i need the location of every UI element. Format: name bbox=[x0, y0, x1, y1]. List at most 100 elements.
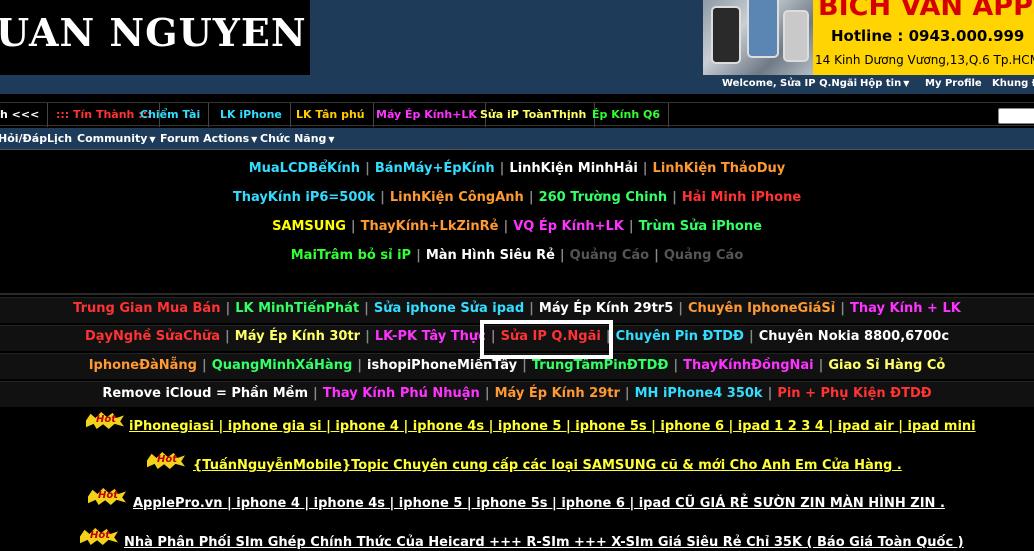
sponsor-link[interactable]: Chuyên Nokia 8800,6700c bbox=[759, 329, 949, 344]
site-logo[interactable]: UAN NGUYEN bbox=[0, 0, 310, 75]
sponsor-link[interactable]: Giao Sỉ Hàng Cỏ bbox=[828, 358, 945, 373]
separator: | bbox=[416, 248, 421, 263]
separator: | bbox=[225, 301, 231, 316]
banner-brand: BICH VAN APPLE bbox=[818, 0, 1034, 22]
chevron-down-icon: ▼ bbox=[251, 135, 258, 144]
hot-topic-link[interactable]: Nhà Phân Phối SIm Ghép Chính Thức Của He… bbox=[124, 535, 964, 550]
sponsor-link[interactable]: VQ Ép Kính+LK bbox=[513, 219, 624, 234]
sponsor-link[interactable]: ThayKínhĐồngNai bbox=[683, 358, 814, 373]
sponsor-link[interactable]: Hải Minh iPhone bbox=[682, 190, 801, 205]
sponsor-link[interactable]: Thay Kính Phú Nhuận bbox=[323, 386, 480, 401]
sponsor-link[interactable]: LK-PK Tây Thực bbox=[375, 329, 486, 344]
link-row: MuaLCDBểKính | BánMáy+ÉpKính | LinhKiện Minh… bbox=[0, 161, 1034, 176]
sponsor-link[interactable]: Chuyên Pin ĐTDĐ bbox=[616, 329, 744, 344]
forum-navigation: Hỏi/Đáp Lịch Community ▼ Forum Actions ▼ Chức … bbox=[0, 128, 1034, 150]
site-header: UAN NGUYEN BICH VAN APPLE Hotline : 0943… bbox=[0, 0, 1034, 75]
separator: | bbox=[528, 190, 534, 205]
forum-nav-item[interactable]: Community ▼ bbox=[77, 132, 156, 145]
sponsor-link[interactable]: 260 Trường Chinh bbox=[539, 190, 668, 205]
sponsor-link[interactable]: Máy Ép Kính 30tr bbox=[235, 329, 360, 344]
advertisement-banner[interactable]: BICH VAN APPLE Hotline : 0943.000.999 14… bbox=[703, 0, 1034, 75]
sponsor-link[interactable]: DạyNghề SửaChữa bbox=[85, 329, 220, 344]
top-tab-link[interactable]: Máy Ép Kính+LK bbox=[368, 103, 486, 127]
top-tab-link[interactable]: Sửa iP ToànThịnh bbox=[472, 103, 596, 127]
link-row: IphoneĐàNẵng | QuangMinhXáHàng | ishopiPhone… bbox=[0, 358, 1034, 373]
separator: | bbox=[499, 161, 505, 176]
top-tab-link[interactable]: LK Tân phú bbox=[288, 103, 374, 127]
forum-nav-item[interactable]: Chức Năng ▼ bbox=[260, 132, 335, 145]
sponsor-link[interactable]: IphoneĐàNẵng bbox=[89, 358, 197, 373]
sponsor-link[interactable]: BánMáy+ÉpKính bbox=[375, 161, 495, 176]
sponsor-link[interactable]: MaiTrâm bỏ sỉ iP bbox=[291, 248, 411, 263]
sponsor-link[interactable]: MuaLCDBểKính bbox=[249, 161, 360, 176]
top-tab-link[interactable]: h <<< bbox=[0, 103, 49, 127]
extra-link[interactable]: Khung Đ bbox=[992, 78, 1034, 89]
sponsor-link[interactable]: TrungTâmPinĐTDĐ bbox=[532, 358, 669, 373]
sponsor-link[interactable]: LinhKiện ThảoDuy bbox=[653, 161, 786, 176]
separator: | bbox=[503, 219, 509, 234]
sponsor-link[interactable]: Chuyên IphoneGiáSỉ bbox=[688, 301, 835, 316]
hot-badge-label: Hot bbox=[90, 530, 111, 541]
inbox-label: Hộp tin bbox=[860, 78, 902, 89]
chevron-down-icon: ▼ bbox=[149, 135, 156, 144]
username-link[interactable]: Sửa IP Q.Ngãi bbox=[780, 78, 857, 89]
sponsor-link[interactable]: LK MinhTiếnPhát bbox=[235, 301, 359, 316]
profile-link[interactable]: My Profile bbox=[925, 78, 982, 89]
link-row: MaiTrâm bỏ sỉ iP | Màn Hình Siêu Rẻ | Quảng … bbox=[0, 248, 1034, 263]
sponsor-link[interactable]: LinhKiện CôngAnh bbox=[390, 190, 524, 205]
hot-topic-link[interactable]: iPhonegiasi | iphone gia si | iphone 4 |… bbox=[129, 419, 976, 434]
hot-badge-label: Hot bbox=[98, 490, 119, 501]
separator: | bbox=[840, 301, 845, 316]
sponsor-link[interactable]: Sửa iphone Sửa ipad bbox=[374, 301, 524, 316]
sponsor-link[interactable]: QuangMinhXáHàng bbox=[212, 358, 353, 373]
sponsor-link[interactable]: Quảng Cáo bbox=[570, 248, 649, 263]
sponsor-link[interactable]: Pin + Phụ Kiện ĐTDĐ bbox=[777, 386, 931, 401]
sponsor-link[interactable]: Trung Gian Mua Bán bbox=[73, 301, 220, 316]
chevron-down-icon: ▼ bbox=[903, 79, 910, 88]
sponsor-link[interactable]: Remove iCloud = Phần Mềm bbox=[102, 386, 308, 401]
sponsor-link[interactable]: Máy Ép Kính 29tr5 bbox=[539, 301, 673, 316]
hot-badge-label: Hot bbox=[96, 414, 117, 425]
separator: | bbox=[365, 161, 370, 176]
hot-topic-link[interactable]: ApplePro.vn | iphone 4 | iphone 4s | iph… bbox=[133, 496, 945, 511]
hot-topic-link[interactable]: {TuấnNguyễnMobile}Topic Chuyên cung cấp … bbox=[193, 458, 902, 473]
sponsor-link[interactable]: Thay Kính + LK bbox=[850, 301, 961, 316]
top-tab-link[interactable]: Ép Kính Q6 bbox=[584, 103, 670, 127]
welcome-label: Welcome, bbox=[722, 78, 777, 89]
forum-nav-item[interactable]: Hỏi/Đáp bbox=[0, 132, 47, 145]
chevron-down-icon: ▼ bbox=[328, 135, 335, 144]
search-input[interactable] bbox=[998, 108, 1034, 124]
sponsor-link[interactable]: ThayKính+LkZinRẻ bbox=[361, 219, 499, 234]
sponsor-link[interactable]: ishopiPhoneMiềnTây bbox=[367, 358, 517, 373]
sponsor-link[interactable]: MH iPhone4 350k bbox=[635, 386, 763, 401]
phones-image bbox=[703, 0, 813, 75]
hot-badge-icon: Hot bbox=[86, 412, 124, 429]
separator: | bbox=[484, 386, 490, 401]
separator: | bbox=[672, 190, 677, 205]
sponsor-link[interactable]: LinhKiện MinhHải bbox=[509, 161, 637, 176]
separator: | bbox=[628, 219, 634, 234]
divider bbox=[0, 293, 1034, 295]
sponsor-link[interactable]: Quảng Cáo bbox=[664, 248, 743, 263]
link-row: ThayKính iP6=500k | LinhKiện CôngAnh | 260 T… bbox=[0, 190, 1034, 205]
banner-hotline: Hotline : 0943.000.999 bbox=[831, 27, 1025, 45]
sponsor-link[interactable]: SAMSUNG bbox=[272, 219, 346, 234]
separator: | bbox=[642, 161, 648, 176]
sponsor-link[interactable]: Màn Hình Siêu Rẻ bbox=[426, 248, 555, 263]
top-tab-link[interactable]: LK iPhone bbox=[212, 103, 291, 127]
separator: | bbox=[559, 248, 565, 263]
forum-nav-item[interactable]: Lịch bbox=[47, 132, 72, 145]
sponsor-link[interactable]: ThayKính iP6=500k bbox=[233, 190, 375, 205]
separator: | bbox=[654, 248, 659, 263]
forum-nav-label: Hỏi/Đáp bbox=[0, 132, 48, 145]
separator: | bbox=[313, 386, 318, 401]
sponsor-link[interactable]: Máy Ép Kính 29tr bbox=[495, 386, 620, 401]
sponsor-link[interactable]: Trùm Sửa iPhone bbox=[639, 219, 762, 234]
top-link-bar: h <<<::: Tín Thành ::: Chiểm Tài LK iPhone… bbox=[0, 102, 1034, 127]
forum-nav-item[interactable]: Forum Actions ▼ bbox=[160, 132, 257, 145]
top-tab-link[interactable]: Chiểm Tài bbox=[132, 103, 210, 127]
separator: | bbox=[767, 386, 773, 401]
link-row: SAMSUNG | ThayKính+LkZinRẻ | VQ Ép Kính+LK | T… bbox=[0, 219, 1034, 234]
inbox-menu[interactable]: Hộp tin ▼ bbox=[860, 78, 909, 89]
separator: | bbox=[678, 301, 683, 316]
